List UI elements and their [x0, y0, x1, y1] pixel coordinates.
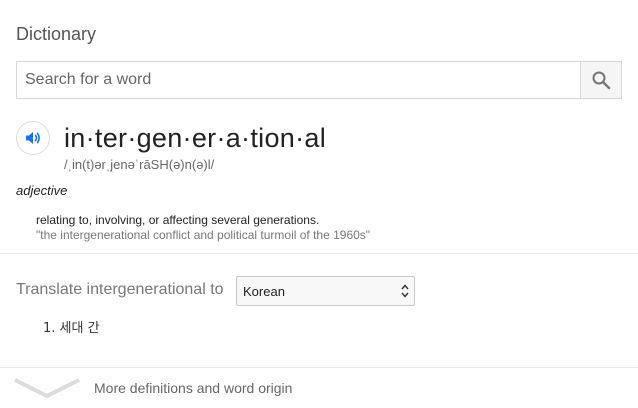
example-sentence: "the intergenerational conflict and poli… [36, 228, 371, 242]
chevron-down-icon [14, 378, 80, 398]
updown-arrows-icon [401, 284, 409, 298]
search-box [16, 61, 622, 99]
definition-text: relating to, involving, or affecting sev… [36, 213, 320, 227]
language-select-value: Korean [243, 284, 285, 299]
search-input[interactable] [17, 62, 582, 98]
language-select[interactable]: Korean [236, 276, 415, 306]
section-divider [0, 253, 638, 254]
more-definitions-label: More definitions and word origin [94, 380, 293, 396]
part-of-speech: adjective [16, 183, 68, 198]
search-icon [592, 71, 611, 90]
dictionary-card: Dictionary in·ter·gen·er·a·tion·al /ˌin(… [0, 0, 638, 408]
headword: in·ter·gen·er·a·tion·al [64, 123, 326, 153]
pronunciation-audio-button[interactable] [16, 121, 50, 155]
translate-label: Translate intergenerational to [16, 281, 224, 298]
search-button[interactable] [580, 62, 621, 98]
phonetic-spelling: /ˌin(t)ərˌjenəˈrāSH(ə)n(ə)l/ [64, 157, 215, 172]
translation-result: 1. 세대 간 [43, 321, 100, 336]
speaker-icon [26, 132, 40, 144]
card-title: Dictionary [16, 24, 97, 44]
more-definitions-button[interactable]: More definitions and word origin [0, 368, 638, 408]
